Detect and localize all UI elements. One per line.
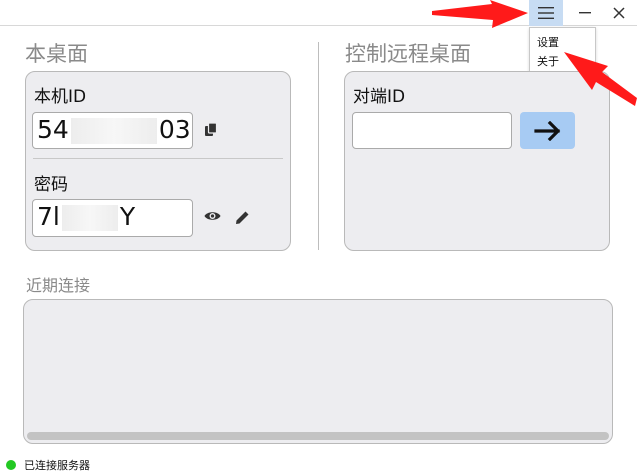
status-bar: 已连接服务器 [6,457,90,473]
peer-id-label: 对端ID [353,87,406,107]
close-icon [613,7,625,19]
menu-button[interactable] [529,0,563,26]
card-divider [33,158,283,159]
remote-desktop-heading: 控制远程桌面 [345,42,471,66]
eye-icon [204,212,221,220]
status-dot [6,460,16,470]
edit-password-button[interactable] [234,209,250,225]
local-id-label: 本机ID [34,87,87,107]
horizontal-scrollbar[interactable] [27,432,609,440]
peer-id-input[interactable] [352,112,512,149]
copy-id-button[interactable] [204,123,218,137]
vertical-divider [318,42,319,250]
password-field[interactable]: 7l Y [32,199,193,237]
password-prefix: 7l [37,202,60,231]
title-bar [0,0,637,26]
password-suffix: Y [119,202,136,231]
arrow-right-icon [533,120,560,141]
id-blur-mask [70,118,157,144]
hamburger-menu-icon [538,7,554,19]
local-id-prefix: 54 [37,115,69,144]
connect-button[interactable] [520,112,575,149]
minimize-button[interactable] [568,0,602,26]
status-text: 已连接服务器 [24,459,90,472]
local-id-field[interactable]: 54 03 [32,112,193,149]
annotation-arrow-side [564,52,637,106]
recent-sessions-heading: 近期连接 [26,276,91,295]
annotation-arrow-top [432,0,528,28]
recent-sessions-panel [23,299,613,444]
password-blur-mask [61,205,118,231]
close-button[interactable] [602,0,636,26]
local-desktop-heading: 本桌面 [25,42,88,66]
password-label: 密码 [34,175,68,195]
minimize-icon [579,12,591,14]
copy-icon [204,123,217,136]
show-password-button[interactable] [204,209,221,223]
local-id-suffix: 03 [158,115,191,144]
pencil-icon [235,211,248,224]
